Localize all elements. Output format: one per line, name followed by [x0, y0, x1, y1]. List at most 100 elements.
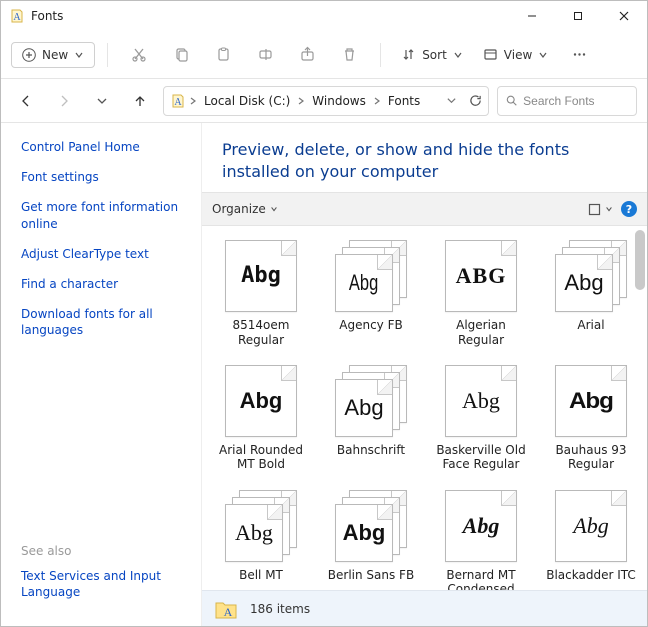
font-name-label: Arial Rounded MT Bold [212, 443, 310, 472]
drive-icon: A [170, 93, 186, 109]
maximize-button[interactable] [555, 1, 601, 31]
breadcrumb-fonts[interactable]: Fonts [384, 92, 424, 110]
body: Control Panel Home Font settings Get mor… [1, 123, 647, 626]
font-item[interactable]: ABG Algerian Regular [432, 240, 530, 347]
view-button[interactable]: View [475, 43, 556, 66]
view-icon [483, 47, 498, 62]
sidebar-link-text-services[interactable]: Text Services and Input Language [21, 568, 191, 600]
layout-button[interactable] [588, 203, 613, 216]
font-item[interactable]: AbgBahnschrift [322, 365, 420, 472]
sidebar-link-cpl-home[interactable]: Control Panel Home [21, 139, 191, 155]
breadcrumb-windows[interactable]: Windows [308, 92, 370, 110]
new-button[interactable]: New [11, 42, 95, 68]
font-sample: Abg [343, 522, 386, 544]
up-button[interactable] [125, 86, 155, 116]
organize-button[interactable]: Organize [212, 202, 278, 216]
font-item[interactable]: AbgBernard MT Condensed [432, 490, 530, 590]
separator [107, 43, 108, 67]
font-preview: Abg [555, 365, 627, 437]
svg-text:A: A [174, 97, 182, 108]
sidebar-link-cleartype[interactable]: Adjust ClearType text [21, 246, 191, 262]
paste-button[interactable] [204, 37, 242, 73]
font-sample: Abg [235, 522, 273, 544]
page-heading: Preview, delete, or show and hide the fo… [202, 123, 647, 192]
font-item[interactable]: Abg Arial Rounded MT Bold [212, 365, 310, 472]
font-preview: Abg [225, 240, 297, 312]
font-sample: Abg [462, 390, 500, 412]
font-item[interactable]: Abg Agency FB [322, 240, 420, 347]
font-name-label: Baskerville Old Face Regular [432, 443, 530, 472]
svg-text:A: A [224, 605, 233, 619]
fonts-app-icon: A [9, 8, 25, 24]
chevron-right-icon [373, 97, 381, 105]
search-box[interactable] [497, 86, 637, 116]
titlebar: A Fonts [1, 1, 647, 31]
font-name-label: Bell MT [239, 568, 283, 582]
font-sample: Abg [569, 390, 613, 412]
font-item[interactable]: AbgBlackadder ITC [542, 490, 640, 590]
help-button[interactable]: ? [621, 201, 637, 217]
minimize-button[interactable] [509, 1, 555, 31]
font-sample: ABG [456, 265, 507, 287]
window-controls [509, 1, 647, 31]
command-bar: New Sort View [1, 31, 647, 79]
font-item[interactable]: Abg Arial [542, 240, 640, 347]
sidebar-link-font-settings[interactable]: Font settings [21, 169, 191, 185]
explorer-window: A Fonts New Sort View [0, 0, 648, 627]
font-preview: Abg [225, 365, 297, 437]
layout-icon [588, 203, 601, 216]
share-button[interactable] [288, 37, 326, 73]
plus-icon [22, 48, 36, 62]
organize-label: Organize [212, 202, 266, 216]
copy-button[interactable] [162, 37, 200, 73]
breadcrumb-drive[interactable]: Local Disk (C:) [200, 92, 294, 110]
font-sample: Abg [564, 272, 603, 294]
font-name-label: Bauhaus 93 Regular [542, 443, 640, 472]
sidebar-link-download[interactable]: Download fonts for all languages [21, 306, 191, 338]
forward-button[interactable] [49, 86, 79, 116]
sort-icon [401, 47, 416, 62]
chevron-right-icon [297, 97, 305, 105]
font-grid-area: Abg8514oem RegularAbgAgency FBABGAlgeria… [202, 226, 647, 590]
close-button[interactable] [601, 1, 647, 31]
chevron-down-icon [453, 50, 463, 60]
font-sample: Abg [240, 390, 283, 412]
svg-text:A: A [13, 12, 21, 23]
chevron-down-icon[interactable] [446, 95, 457, 106]
refresh-icon[interactable] [469, 94, 482, 107]
sidebar-link-charmap[interactable]: Find a character [21, 276, 191, 292]
cut-button[interactable] [120, 37, 158, 73]
search-input[interactable] [523, 94, 628, 108]
sidebar-link-more-info[interactable]: Get more font information online [21, 199, 191, 231]
font-sample: Abg [573, 515, 608, 537]
content-pane: Preview, delete, or show and hide the fo… [201, 123, 647, 626]
font-grid: Abg8514oem RegularAbgAgency FBABGAlgeria… [202, 226, 647, 590]
chevron-down-icon [270, 205, 278, 213]
more-button[interactable] [560, 37, 598, 73]
font-name-label: Berlin Sans FB [328, 568, 414, 582]
font-preview: Abg [555, 490, 627, 562]
font-name-label: Agency FB [339, 318, 402, 332]
font-item[interactable]: Abg Berlin Sans FB [322, 490, 420, 590]
recent-locations-button[interactable] [87, 86, 117, 116]
delete-button[interactable] [330, 37, 368, 73]
font-name-label: Algerian Regular [432, 318, 530, 347]
scrollbar-thumb[interactable] [635, 230, 645, 290]
font-sample: Abg [463, 515, 500, 537]
font-preview: Abg [335, 240, 407, 312]
sort-button[interactable]: Sort [393, 43, 471, 66]
new-label: New [42, 48, 68, 62]
rename-button[interactable] [246, 37, 284, 73]
font-preview: ABG [445, 240, 517, 312]
status-count: 186 items [250, 602, 310, 616]
font-item[interactable]: Abg8514oem Regular [212, 240, 310, 347]
font-item[interactable]: Abg Bell MT [212, 490, 310, 590]
back-button[interactable] [11, 86, 41, 116]
font-name-label: Arial [577, 318, 604, 332]
font-item[interactable]: Abg Baskerville Old Face Regular [432, 365, 530, 472]
font-item[interactable]: Abg Bauhaus 93 Regular [542, 365, 640, 472]
font-preview: Abg [445, 490, 517, 562]
address-bar[interactable]: A Local Disk (C:) Windows Fonts [163, 86, 489, 116]
separator [380, 43, 381, 67]
sidebar: Control Panel Home Font settings Get mor… [1, 123, 201, 626]
